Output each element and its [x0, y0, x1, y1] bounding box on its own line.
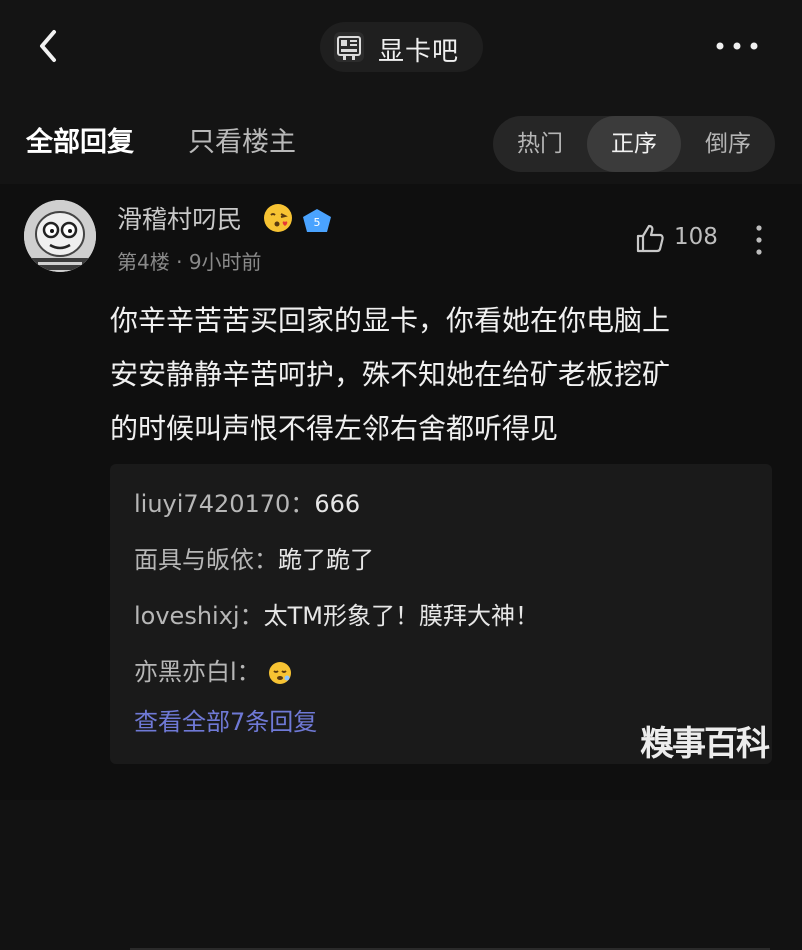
more-vertical-icon[interactable]	[749, 222, 769, 258]
sub-reply-author[interactable]: 亦黑亦白l：	[134, 658, 261, 686]
level-badge: 5	[303, 209, 331, 232]
sub-reply-author[interactable]: loveshixj：	[134, 602, 264, 630]
sort-ascending-button[interactable]: 正序	[587, 116, 681, 172]
post-body-line: 你辛辛苦苦买回家的显卡，你看她在你电脑上	[110, 304, 671, 337]
tab-all-replies[interactable]: 全部回复	[26, 120, 134, 159]
sub-reply-author[interactable]: liuyi7420170：	[134, 490, 314, 518]
post-time: 9小时前	[188, 250, 262, 274]
forum-name: 显卡吧	[378, 37, 460, 67]
sleepy-face-emoji	[268, 662, 291, 684]
reply-filter-bar: 全部回复 只看楼主 热门 正序 倒序	[0, 98, 802, 184]
floor-number: 第4楼	[117, 250, 170, 274]
meta-separator: ·	[176, 250, 183, 274]
sub-reply-text: 跪了跪了	[278, 546, 374, 574]
sub-reply[interactable]: loveshixj：太TM形象了！膜拜大神！	[134, 596, 539, 631]
post-author-name[interactable]: 滑稽村叼民	[117, 200, 242, 236]
forum-title-pill[interactable]: 显卡吧	[320, 22, 483, 72]
more-horizontal-icon[interactable]	[712, 36, 762, 56]
post-body-line: 的时候叫声恨不得左邻右舍都听得见	[110, 412, 559, 445]
sub-reply[interactable]: 亦黑亦白l：	[134, 652, 293, 687]
like-count: 108	[674, 224, 718, 250]
avatar[interactable]	[24, 200, 96, 272]
post-meta: 第4楼 · 9小时前	[117, 246, 262, 275]
thumbs-up-icon[interactable]	[634, 222, 666, 254]
top-navigation-bar: 显卡吧	[0, 0, 802, 98]
post-body-line: 安安静静辛苦呵护，殊不知她在给矿老板挖矿	[110, 358, 671, 391]
face-blowing-kiss-emoji	[264, 204, 292, 232]
sort-hot-button[interactable]: 热门	[493, 116, 587, 172]
forum-logo-icon	[334, 32, 364, 62]
post-body: 你辛辛苦苦买回家的显卡，你看她在你电脑上 安安静静辛苦呵护，殊不知她在给矿老板挖…	[110, 294, 780, 456]
chevron-left-icon[interactable]	[30, 26, 70, 66]
tab-op-only[interactable]: 只看楼主	[188, 120, 296, 159]
sub-reply-text: 666	[314, 490, 361, 518]
avatar-face-icon	[24, 200, 96, 272]
watermark: 糗事百科	[640, 724, 770, 764]
svg-text:5: 5	[314, 216, 321, 229]
sub-reply[interactable]: liuyi7420170：666	[134, 484, 360, 519]
sub-reply[interactable]: 面具与皈依：跪了跪了	[134, 540, 374, 575]
sort-descending-button[interactable]: 倒序	[681, 116, 775, 172]
sub-reply-author[interactable]: 面具与皈依：	[134, 546, 278, 574]
post-content-area: 滑稽村叼民 5 第4楼 · 9小时前 108 你辛辛苦苦买回家的显卡，你看她在你…	[0, 184, 802, 950]
sort-toggle-group: 热门 正序 倒序	[493, 116, 775, 172]
view-all-replies-link[interactable]: 查看全部7条回复	[134, 702, 317, 737]
sub-reply-text: 太TM形象了！膜拜大神！	[263, 602, 539, 630]
